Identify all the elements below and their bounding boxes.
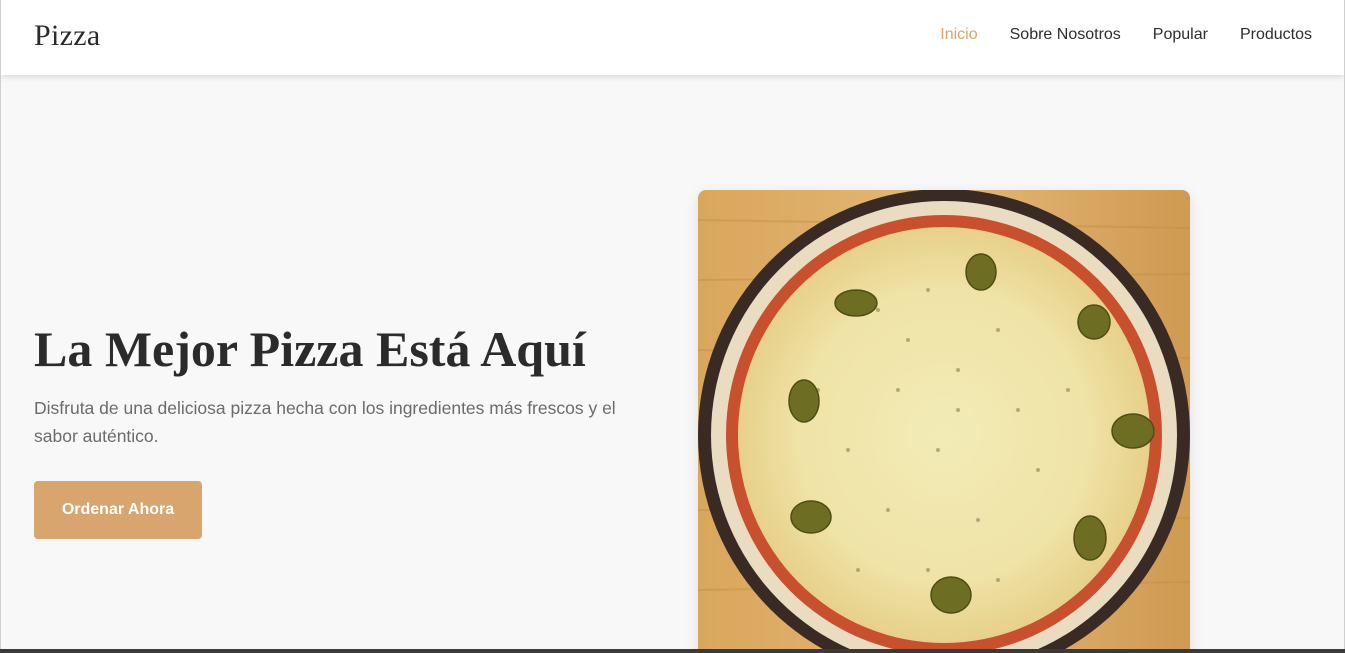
nav-link-sobre-nosotros[interactable]: Sobre Nosotros [1010,26,1121,44]
site-logo[interactable]: Pizza [34,19,100,53]
olive [1077,304,1111,340]
hero-title: La Mejor Pizza Está Aquí [34,321,586,377]
pizza-illustration [698,190,1190,649]
olive [1073,515,1107,561]
hero-text-block: La Mejor Pizza Está Aquí Disfruta de una… [34,318,654,450]
nav-link-popular[interactable]: Popular [1153,26,1208,44]
site-header: Pizza Inicio Sobre Nosotros Popular Prod… [1,0,1344,75]
hero-pizza-image [698,190,1190,649]
olive [930,576,972,614]
olive [788,379,820,423]
main-nav: Inicio Sobre Nosotros Popular Productos [940,26,1312,44]
nav-link-inicio[interactable]: Inicio [940,26,977,44]
hero-subtitle: Disfruta de una deliciosa pizza hecha co… [34,398,616,446]
nav-link-productos[interactable]: Productos [1240,26,1312,44]
olive [834,289,878,317]
order-now-button[interactable]: Ordenar Ahora [34,481,202,539]
olive [1111,413,1155,449]
bottom-edge-strip [0,649,1345,653]
olive [790,500,832,534]
page: Pizza Inicio Sobre Nosotros Popular Prod… [0,0,1345,649]
olive [965,253,997,291]
